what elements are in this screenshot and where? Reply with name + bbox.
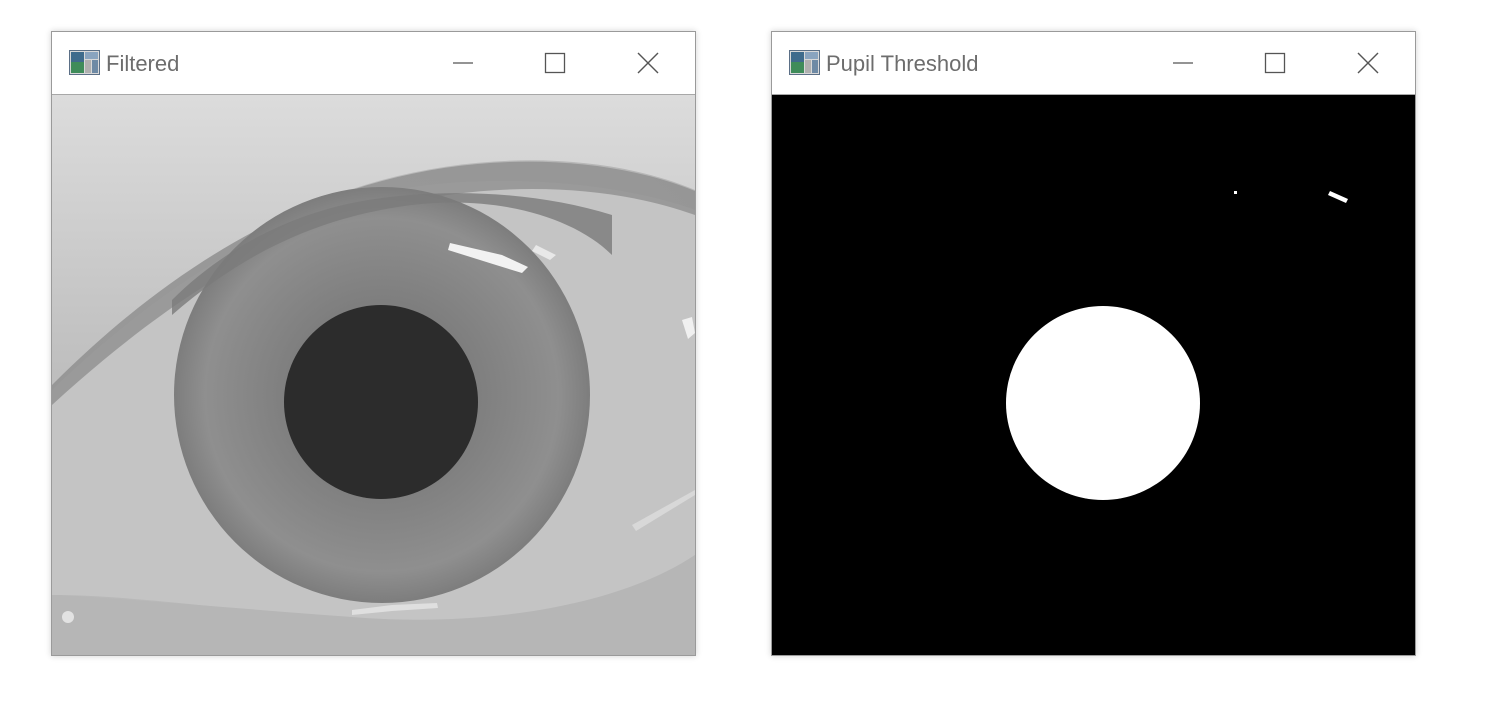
window-title: Filtered [106,51,180,76]
close-button[interactable] [1345,44,1391,82]
minimize-icon [453,62,473,64]
maximize-icon [1264,52,1286,74]
close-button[interactable] [625,44,671,82]
app-icon [789,50,820,75]
threshold-window[interactable]: Pupil Threshold [771,31,1416,656]
close-icon [637,52,659,74]
minimize-button[interactable] [440,44,486,82]
filtered-window[interactable]: Filtered [51,31,696,656]
window-title: Pupil Threshold [826,51,979,76]
maximize-button[interactable] [532,44,578,82]
minimize-icon [1173,62,1193,64]
minimize-button[interactable] [1160,44,1206,82]
threshold-titlebar[interactable]: Pupil Threshold [772,32,1415,95]
threshold-image [772,95,1415,655]
maximize-icon [544,52,566,74]
app-icon [69,50,100,75]
filtered-image [52,95,695,655]
close-icon [1357,52,1379,74]
filtered-titlebar[interactable]: Filtered [52,32,695,95]
maximize-button[interactable] [1252,44,1298,82]
